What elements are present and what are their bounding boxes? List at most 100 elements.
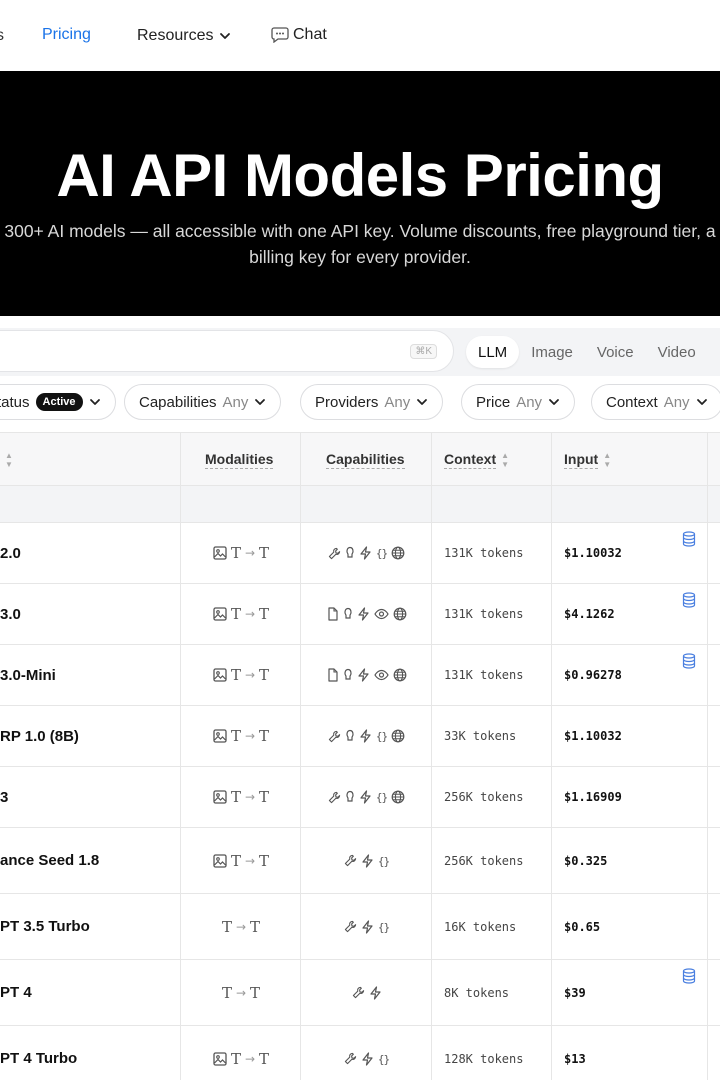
filter-capabilities[interactable]: Capabilities Any (124, 384, 282, 420)
tool-icon (328, 547, 341, 560)
modalities-cell: T → T (181, 960, 301, 1025)
json-icon: {} (377, 1052, 390, 1066)
modality-output-text: T (259, 666, 270, 684)
speech-bubble-icon (271, 27, 289, 43)
reasoning-icon (345, 790, 355, 804)
table-row[interactable]: PT 4 Turbo T → T {} 128K tokens $13 (0, 1026, 720, 1080)
chevron-down-icon (219, 30, 231, 42)
table-row[interactable]: PT 3.5 Turbo T → T {} 16K tokens $0.65 (0, 894, 720, 960)
tab-video[interactable]: Video (646, 336, 708, 368)
nav-chat-label: Chat (293, 26, 327, 43)
nav-resources-label: Resources (137, 27, 214, 44)
filter-price-label: Price (476, 393, 511, 411)
input-price-cell: $1.16909 (564, 790, 622, 804)
model-name: 2.0 (0, 544, 21, 562)
filter-price[interactable]: Price Any (461, 384, 576, 420)
modality-output-text: T (250, 917, 261, 936)
column-header-capabilities-label: Capabilities (326, 450, 405, 469)
table-row[interactable]: 3.0-Mini T → T 131K tokens $0.96278 (0, 645, 720, 706)
column-header-name-sort[interactable]: ▲ ▼ (0, 433, 13, 486)
tool-icon (328, 791, 341, 804)
database-icon[interactable] (682, 968, 696, 984)
bolt-icon (361, 919, 374, 934)
image-icon (213, 729, 227, 743)
column-header-modalities-label: Modalities (205, 450, 274, 469)
table-row[interactable]: 2.0 T → T {} 131K tokens $1.10032 (0, 523, 720, 584)
model-name: PT 3.5 Turbo (0, 918, 90, 935)
capabilities-cell (301, 960, 432, 1025)
bolt-icon (359, 790, 372, 804)
input-price-cell: $4.1262 (564, 607, 615, 621)
search-input[interactable]: ⌘K (0, 330, 454, 372)
input-price-cell: $1.10032 (564, 729, 622, 743)
modalities-cell: T → T (181, 767, 301, 827)
modalities-cell: T → T (181, 828, 301, 893)
status-badge: Active (35, 393, 83, 411)
bolt-icon (359, 729, 372, 743)
modality-input-text: T (221, 983, 232, 1002)
models-table: ▲ ▼ Modalities Capabilities Context ▲ ▼ Inp… (0, 432, 720, 1080)
table-row[interactable]: RP 1.0 (8B) T → T {} 33K tokens $1.10032 (0, 706, 720, 767)
column-header-context[interactable]: Context ▲ ▼ (444, 433, 509, 486)
arrow-right-icon: → (244, 729, 256, 743)
column-header-input[interactable]: Input ▲ ▼ (564, 433, 611, 486)
json-icon: {} (377, 920, 390, 934)
reasoning-icon (345, 729, 355, 743)
filter-status-label: Status (0, 393, 30, 411)
column-header-modalities[interactable]: Modalities (205, 433, 274, 486)
database-icon[interactable] (682, 592, 696, 608)
filter-context[interactable]: Context Any (591, 384, 720, 420)
nav-item-truncated[interactable]: s (0, 27, 4, 45)
nav-item-pricing[interactable]: Pricing (42, 26, 91, 44)
web-icon (391, 546, 405, 560)
modality-input-text: T (230, 544, 241, 562)
chevron-down-icon (254, 396, 266, 408)
table-row[interactable]: PT 4 T → T 8K tokens $39 (0, 960, 720, 1026)
table-group-row (0, 486, 720, 523)
input-price-cell: $13 (564, 1051, 586, 1066)
model-name: PT 4 Turbo (0, 1050, 78, 1067)
filter-price-value: Any (516, 393, 543, 411)
search-shortcut-badge: ⌘K (410, 344, 437, 359)
modality-output-text: T (259, 851, 270, 870)
capabilities-cell: {} (301, 894, 432, 959)
modality-input-text: T (230, 605, 241, 623)
image-icon (213, 546, 227, 560)
database-icon[interactable] (682, 531, 696, 547)
tab-voice[interactable]: Voice (585, 336, 646, 368)
tab-image[interactable]: Image (519, 336, 585, 368)
modality-output-text: T (259, 605, 270, 623)
nav-item-resources[interactable]: Resources (137, 27, 231, 45)
capabilities-cell: {} (301, 767, 432, 827)
context-cell: 131K tokens (444, 607, 524, 621)
tab-llm[interactable]: LLM (466, 336, 520, 368)
filter-providers[interactable]: Providers Any (300, 384, 444, 420)
nav-item-chat[interactable]: Chat (271, 26, 327, 44)
filter-providers-label: Providers (315, 393, 379, 411)
arrow-right-icon: → (244, 607, 256, 621)
filter-status[interactable]: Status Active (0, 384, 116, 420)
input-price-cell: $0.325 (564, 853, 608, 868)
model-type-tabs: LLM Image Voice Video (466, 336, 708, 368)
json-icon: {} (375, 791, 388, 804)
context-cell: 8K tokens (444, 985, 510, 1000)
reasoning-icon (343, 668, 353, 682)
filter-providers-value: Any (384, 393, 411, 411)
column-header-capabilities[interactable]: Capabilities (326, 433, 405, 486)
filter-bar: Status Active Capabilities Any Providers… (0, 384, 720, 420)
input-price-cell: $0.65 (564, 919, 601, 934)
table-row[interactable]: 3 T → T {} 256K tokens $1.16909 (0, 767, 720, 828)
arrow-right-icon: → (244, 668, 256, 682)
table-row[interactable]: ance Seed 1.8 T → T {} 256K tokens $0.325 (0, 828, 720, 894)
bolt-icon (357, 668, 370, 682)
context-cell: 128K tokens (444, 1051, 524, 1066)
bolt-icon (361, 1051, 374, 1066)
sort-icon: ▲ ▼ (501, 450, 510, 469)
modality-input-text: T (221, 917, 232, 936)
table-row[interactable]: 3.0 T → T 131K tokens $4.1262 (0, 584, 720, 645)
context-cell: 33K tokens (444, 729, 517, 743)
model-name: 3.0-Mini (0, 666, 56, 684)
modality-output-text: T (259, 788, 270, 806)
modalities-cell: T → T (181, 1026, 301, 1080)
database-icon[interactable] (682, 653, 696, 669)
